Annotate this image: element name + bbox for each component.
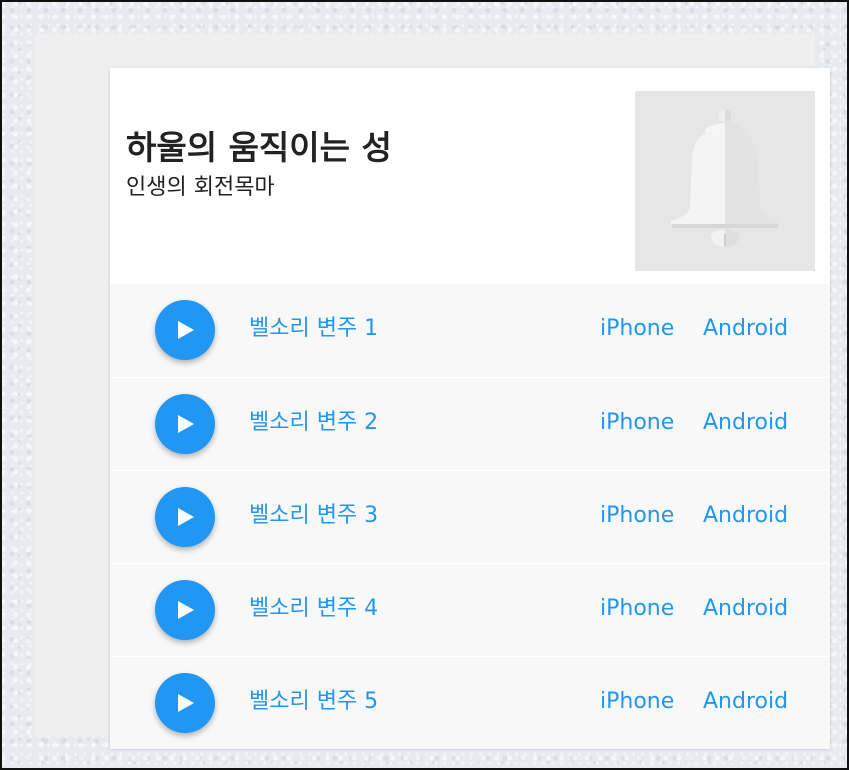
android-download-link[interactable]: Android — [703, 501, 788, 531]
page-container: 하울의 움직이는 성 인생의 회전목마 벨소리 변주 1 iPhone Andr… — [34, 34, 830, 749]
android-download-link[interactable]: Android — [703, 687, 788, 717]
song-subtitle: 인생의 회전목마 — [126, 175, 275, 200]
android-download-link[interactable]: Android — [703, 594, 788, 624]
artwork — [635, 91, 815, 271]
android-download-link[interactable]: Android — [703, 314, 788, 344]
iphone-download-link[interactable]: iPhone — [600, 408, 674, 438]
track-name-link[interactable]: 벨소리 변주 4 — [249, 594, 378, 624]
track-row: 벨소리 변주 3 iPhone Android — [110, 470, 830, 563]
play-button[interactable] — [155, 300, 215, 360]
track-name-link[interactable]: 벨소리 변주 2 — [249, 408, 378, 438]
play-icon — [178, 694, 194, 712]
track-name-link[interactable]: 벨소리 변주 3 — [249, 501, 378, 531]
play-button[interactable] — [155, 673, 215, 733]
play-button[interactable] — [155, 487, 215, 547]
iphone-download-link[interactable]: iPhone — [600, 594, 674, 624]
track-row: 벨소리 변주 4 iPhone Android — [110, 563, 830, 656]
ringtone-card: 하울의 움직이는 성 인생의 회전목마 벨소리 변주 1 iPhone Andr… — [110, 68, 830, 749]
card-header: 하울의 움직이는 성 인생의 회전목마 — [110, 68, 830, 284]
track-row: 벨소리 변주 2 iPhone Android — [110, 377, 830, 470]
iphone-download-link[interactable]: iPhone — [600, 314, 674, 344]
play-button[interactable] — [155, 580, 215, 640]
track-name-link[interactable]: 벨소리 변주 1 — [249, 314, 378, 344]
track-row: 벨소리 변주 1 iPhone Android — [110, 284, 830, 377]
play-icon — [178, 601, 194, 619]
track-list: 벨소리 변주 1 iPhone Android 벨소리 변주 2 iPhone … — [110, 284, 830, 749]
play-icon — [178, 508, 194, 526]
play-icon — [178, 321, 194, 339]
album-title: 하울의 움직이는 성 — [126, 128, 392, 167]
bell-icon — [671, 109, 779, 247]
play-button[interactable] — [155, 394, 215, 454]
iphone-download-link[interactable]: iPhone — [600, 687, 674, 717]
title-block: 하울의 움직이는 성 인생의 회전목마 — [126, 128, 392, 204]
play-icon — [178, 415, 194, 433]
iphone-download-link[interactable]: iPhone — [600, 501, 674, 531]
track-name-link[interactable]: 벨소리 변주 5 — [249, 687, 378, 717]
track-row: 벨소리 변주 5 iPhone Android — [110, 656, 830, 749]
android-download-link[interactable]: Android — [703, 408, 788, 438]
